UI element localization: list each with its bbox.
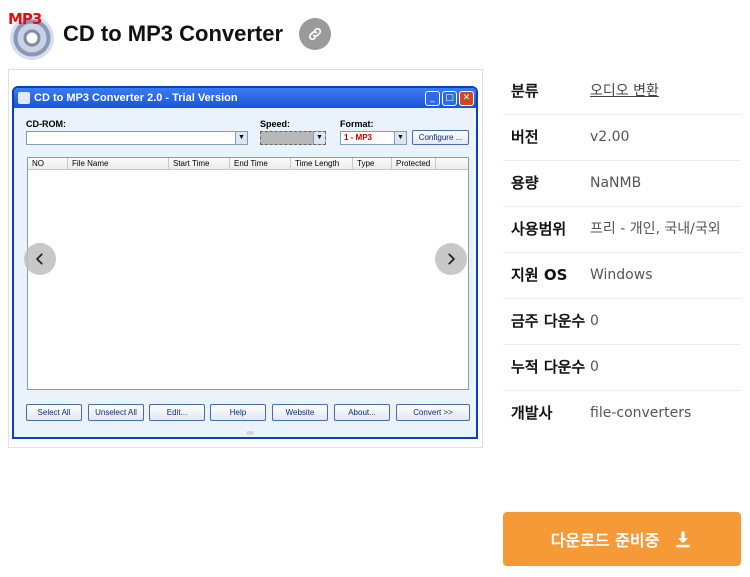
format-select: 1 - MP3 ▼ (340, 131, 407, 145)
link-icon (308, 27, 322, 41)
info-row-total-downloads: 누적 다운수 0 (503, 345, 741, 391)
slide-indicator[interactable] (246, 431, 254, 435)
edit-button: Edit... (149, 404, 205, 421)
window-title: CD to MP3 Converter 2.0 - Trial Version (34, 92, 238, 104)
info-key: 용량 (511, 174, 539, 192)
unselect-all-button: Unselect All (88, 404, 144, 421)
info-value: 0 (590, 359, 599, 375)
about-button: About... (334, 404, 390, 421)
info-value: NaNMB (590, 175, 642, 191)
chevron-down-icon: ▼ (313, 132, 325, 144)
info-value: Windows (590, 267, 653, 283)
chevron-right-icon (448, 253, 455, 265)
info-row-weekly-downloads: 금주 다운수 0 (503, 299, 741, 345)
maximize-icon: □ (442, 90, 457, 106)
logo-text: MP3 (8, 10, 42, 28)
website-button: Website (272, 404, 328, 421)
select-all-button: Select All (26, 404, 82, 421)
help-button: Help (210, 404, 266, 421)
minimize-icon: _ (425, 90, 440, 106)
page-title: CD to MP3 Converter (63, 21, 284, 46)
chevron-down-icon: ▼ (394, 132, 406, 144)
header: MP3 CD to MP3 Converter (8, 8, 332, 60)
track-list-header: NO File Name Start Time End Time Time Le… (28, 158, 468, 170)
column-header: NO (28, 158, 68, 169)
column-header: Type (353, 158, 392, 169)
chevron-down-icon: ▼ (235, 132, 247, 144)
info-table: 분류 오디오 변환 버전 v2.00 용량 NaNMB 사용범위 프리 - 개인… (503, 69, 741, 436)
configure-button: Configure ... (412, 130, 469, 145)
window-titlebar: CD to MP3 Converter 2.0 - Trial Version … (14, 88, 476, 108)
app-screenshot: CD to MP3 Converter 2.0 - Trial Version … (12, 86, 478, 439)
column-header: Time Length (291, 158, 353, 169)
speed-select: ▼ (260, 131, 326, 145)
column-header: Protected (392, 158, 436, 169)
format-label: Format: (340, 119, 374, 129)
chevron-left-icon (36, 253, 43, 265)
speed-label: Speed: (260, 119, 291, 129)
copy-link-button[interactable] (299, 18, 332, 50)
convert-button: Convert >> (396, 404, 470, 421)
column-header: Start Time (169, 158, 230, 169)
app-window-icon (18, 92, 30, 104)
info-key: 사용범위 (511, 220, 567, 238)
format-value: 1 - MP3 (344, 133, 373, 142)
track-list: NO File Name Start Time End Time Time Le… (27, 157, 469, 390)
info-value: file-converters (590, 405, 692, 421)
info-row-category: 분류 오디오 변환 (503, 69, 741, 115)
info-key: 금주 다운수 (511, 312, 586, 330)
info-value: 0 (590, 313, 599, 329)
prev-slide-button[interactable] (24, 243, 56, 275)
info-row-version: 버전 v2.00 (503, 115, 741, 161)
app-logo: MP3 (8, 10, 56, 60)
download-button[interactable]: 다운로드 준비중 (503, 512, 741, 566)
close-icon: ✕ (459, 90, 474, 106)
info-row-os: 지원 OS Windows (503, 253, 741, 299)
column-header: File Name (68, 158, 169, 169)
column-header: End Time (230, 158, 291, 169)
info-key: 누적 다운수 (511, 358, 586, 376)
download-icon (673, 529, 693, 549)
info-key: 지원 OS (511, 266, 568, 284)
next-slide-button[interactable] (435, 243, 467, 275)
info-key: 분류 (511, 82, 539, 100)
screenshot-gallery: CD to MP3 Converter 2.0 - Trial Version … (8, 69, 483, 448)
cdrom-select: ▼ (26, 131, 248, 145)
info-value: 프리 - 개인, 국내/국외 (590, 221, 721, 237)
info-key: 개발사 (511, 404, 553, 422)
info-row-size: 용량 NaNMB (503, 161, 741, 207)
info-row-developer: 개발사 file-converters (503, 391, 741, 436)
category-link[interactable]: 오디오 변환 (590, 80, 741, 103)
info-key: 버전 (511, 128, 539, 146)
cdrom-label: CD-ROM: (26, 119, 66, 129)
info-value: v2.00 (590, 129, 630, 145)
download-label: 다운로드 준비중 (550, 531, 660, 550)
info-row-license: 사용범위 프리 - 개인, 국내/국외 (503, 207, 741, 253)
